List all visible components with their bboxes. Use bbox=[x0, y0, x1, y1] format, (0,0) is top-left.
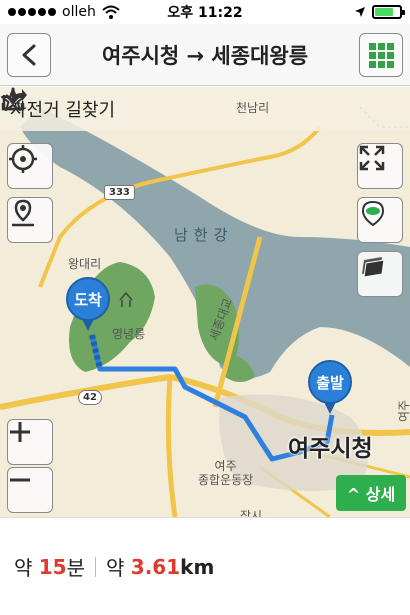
time-value: 15 bbox=[38, 554, 67, 579]
map-view[interactable]: 자전거 길찾기 천남리 333 남한강 왕대리 영녕릉 세종대교 42 여주 종… bbox=[0, 87, 410, 517]
route-marker-icon bbox=[361, 200, 385, 227]
crosshair-icon bbox=[9, 145, 37, 173]
map-title-strip: 자전거 길찾기 bbox=[0, 87, 410, 131]
current-location-button[interactable] bbox=[7, 143, 53, 189]
back-button[interactable] bbox=[7, 33, 51, 77]
battery-icon bbox=[372, 5, 405, 19]
bike-route-toggle-button[interactable] bbox=[357, 197, 403, 243]
map-label-yeoju-city-hall: 여주시청 bbox=[288, 436, 373, 462]
layers-icon bbox=[362, 257, 385, 278]
time-unit: 분 bbox=[66, 556, 86, 580]
map-layers-button[interactable] bbox=[357, 251, 403, 297]
time-prefix: 약 bbox=[14, 556, 33, 580]
distance-unit: km bbox=[180, 554, 215, 579]
location-arrow-icon bbox=[355, 7, 365, 17]
origin-pin-label: 출발 bbox=[308, 360, 352, 404]
destination-pin[interactable]: 도착 bbox=[66, 277, 114, 335]
map-label-river: 남한강 bbox=[174, 226, 234, 244]
menu-button[interactable] bbox=[359, 33, 403, 77]
map-label-partial-right: 여주 bbox=[397, 399, 410, 422]
download-icon[interactable] bbox=[0, 87, 26, 111]
distance-prefix: 약 bbox=[106, 556, 125, 580]
map-label-partial-bottom: 장시 bbox=[240, 509, 263, 517]
page-title: 여주시청 → 세종대왕릉 bbox=[101, 43, 309, 68]
signal-strength-icon bbox=[8, 8, 56, 16]
map-pin-icon bbox=[12, 199, 34, 227]
zoom-in-button[interactable] bbox=[7, 419, 53, 465]
fullscreen-button[interactable] bbox=[357, 143, 403, 189]
map-label-yeongneung: 영녕릉 bbox=[112, 327, 146, 341]
status-bar: olleh 오후 11:22 bbox=[0, 0, 410, 24]
place-button[interactable] bbox=[7, 197, 53, 243]
map-label-yeoju-sports: 여주 종합운동장 bbox=[198, 459, 254, 487]
minus-icon bbox=[10, 478, 30, 482]
wifi-icon bbox=[102, 5, 120, 19]
summary-divider bbox=[95, 556, 97, 577]
destination-pin-label: 도착 bbox=[66, 277, 110, 321]
distance-value: 3.61 bbox=[130, 554, 181, 579]
map-label-cheonnam: 천남리 bbox=[236, 101, 270, 115]
route-summary: 약 15 분 약 3.61 km bbox=[0, 517, 410, 615]
chevron-left-icon bbox=[22, 44, 36, 66]
route-shield-42: 42 bbox=[78, 390, 102, 405]
plus-icon bbox=[10, 422, 30, 442]
origin-pin[interactable]: 출발 bbox=[308, 360, 356, 418]
expand-icon bbox=[359, 145, 385, 171]
zoom-out-button[interactable] bbox=[7, 467, 53, 513]
navigation-bar: 여주시청 → 세종대왕릉 bbox=[0, 24, 410, 86]
detail-button[interactable]: ^ 상세 bbox=[336, 475, 406, 511]
map-label-wangdae: 왕대리 bbox=[68, 257, 102, 271]
grid-icon bbox=[368, 42, 394, 68]
carrier-name: olleh bbox=[62, 4, 96, 20]
route-shield-333: 333 bbox=[104, 185, 135, 200]
